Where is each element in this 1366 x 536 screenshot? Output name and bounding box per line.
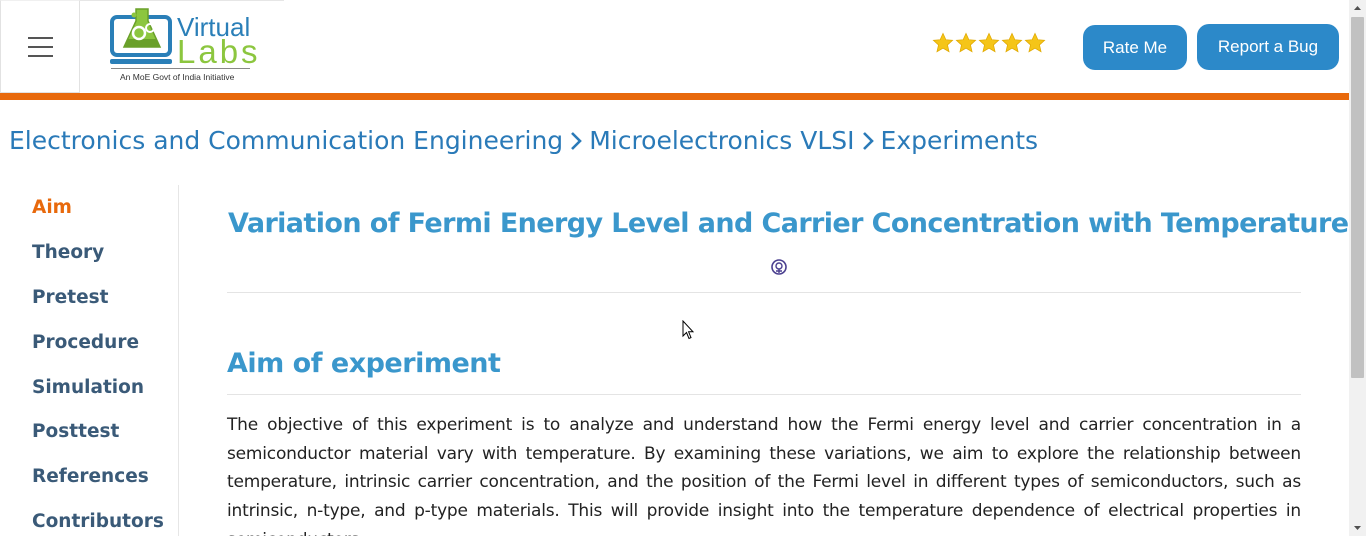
sidebar-item-procedure[interactable]: Procedure (32, 332, 139, 353)
menu-line-icon (27, 54, 53, 57)
breadcrumb: Electronics and Communication Engineerin… (9, 126, 1038, 155)
mouse-cursor-icon (682, 320, 694, 340)
sidebar-item-simulation[interactable]: Simulation (32, 377, 144, 398)
experiment-sidebar: Aim Theory Pretest Procedure Simulation … (0, 185, 179, 536)
star-icon[interactable] (978, 32, 1000, 54)
experiment-title: Variation of Fermi Energy Level and Carr… (228, 208, 1349, 239)
section-heading: Aim of experiment (227, 348, 501, 379)
scroll-down-arrow-icon[interactable] (1349, 519, 1366, 536)
star-icon[interactable] (955, 32, 977, 54)
menu-line-icon (27, 36, 53, 39)
report-bug-button[interactable]: Report a Bug (1197, 24, 1339, 70)
scrollbar-thumb[interactable] (1351, 17, 1364, 378)
header-accent-bar (0, 93, 1349, 100)
star-icon[interactable] (1001, 32, 1023, 54)
virtual-labs-logo[interactable]: Virtual Labs An MoE Govt of India Initia… (80, 0, 284, 93)
logo-tagline: An MoE Govt of India Initiative (120, 72, 235, 82)
sidebar-item-aim[interactable]: Aim (32, 197, 72, 218)
title-divider (227, 292, 1301, 293)
sidebar-item-contributors[interactable]: Contributors (32, 511, 164, 532)
breadcrumb-link-lab[interactable]: Microelectronics VLSI (589, 126, 854, 155)
sidebar-item-theory[interactable]: Theory (32, 242, 104, 263)
sidebar-item-pretest[interactable]: Pretest (32, 287, 108, 308)
chevron-right-icon (857, 131, 879, 151)
page-scrollbar[interactable] (1349, 0, 1366, 536)
rating-stars[interactable] (932, 32, 1046, 54)
aim-paragraph: The objective of this experiment is to a… (227, 415, 1301, 536)
breadcrumb-link-experiments[interactable]: Experiments (881, 126, 1038, 155)
logo-word-labs: Labs (177, 33, 261, 70)
star-icon[interactable] (1024, 32, 1046, 54)
institute-logo-icon (771, 259, 787, 275)
hamburger-menu-button[interactable] (0, 0, 80, 93)
rate-me-button[interactable]: Rate Me (1083, 25, 1187, 70)
top-navbar: Virtual Labs An MoE Govt of India Initia… (0, 0, 1349, 93)
logo-divider (111, 68, 250, 69)
breadcrumb-link-discipline[interactable]: Electronics and Communication Engineerin… (9, 126, 563, 155)
section-divider (227, 394, 1301, 395)
scroll-up-arrow-icon[interactable] (1349, 0, 1366, 17)
sidebar-item-references[interactable]: References (32, 466, 149, 487)
page: Virtual Labs An MoE Govt of India Initia… (0, 0, 1366, 536)
sidebar-item-posttest[interactable]: Posttest (32, 421, 119, 442)
menu-line-icon (27, 45, 53, 48)
chevron-right-icon (565, 131, 587, 151)
star-icon[interactable] (932, 32, 954, 54)
flask-monitor-logo-icon (110, 8, 172, 64)
